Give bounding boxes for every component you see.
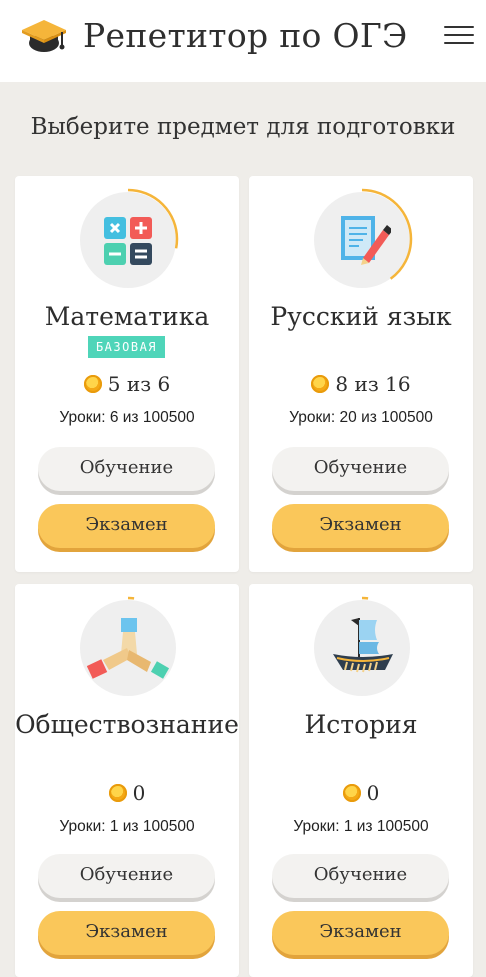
menu-line-icon xyxy=(444,34,474,36)
subject-icon-button[interactable] xyxy=(311,596,413,698)
subject-card-social-studies: Обществознание 0 Уроки: 1 из 100500 Обуч… xyxy=(15,584,239,977)
subject-card-math: Математика БАЗОВАЯ 5 из 6 Уроки: 6 из 10… xyxy=(15,176,239,572)
subject-title[interactable]: Математика xyxy=(15,302,239,331)
score: 8 из 16 xyxy=(249,372,473,396)
subject-card-history: История 0 Уроки: 1 из 100500 Обучение Эк… xyxy=(249,584,473,977)
subject-icon-button[interactable] xyxy=(77,596,179,698)
exam-button[interactable]: Экзамен xyxy=(272,911,449,955)
learn-button[interactable]: Обучение xyxy=(38,447,215,491)
subject-card-russian: Русский язык 8 из 16 Уроки: 20 из 100500… xyxy=(249,176,473,572)
hamburger-menu-button[interactable] xyxy=(444,26,474,46)
coin-icon xyxy=(311,375,330,393)
score-value: 0 xyxy=(132,781,146,805)
subject-icon-button[interactable] xyxy=(77,188,179,290)
menu-line-icon xyxy=(444,42,474,44)
score: 0 xyxy=(249,781,473,805)
graduation-cap-icon[interactable] xyxy=(20,16,68,56)
coin-icon xyxy=(342,784,361,802)
exam-button[interactable]: Экзамен xyxy=(38,504,215,548)
lessons-count: Уроки: 20 из 100500 xyxy=(289,409,433,426)
coin-icon xyxy=(83,375,102,393)
ship-icon xyxy=(333,618,393,673)
lessons-count: Уроки: 1 из 100500 xyxy=(59,818,195,835)
calculator-icon xyxy=(104,217,152,265)
joined-hands-icon xyxy=(87,618,170,679)
score-value: 8 из 16 xyxy=(335,372,411,396)
score-value: 0 xyxy=(366,781,380,805)
subject-title[interactable]: Русский язык xyxy=(249,302,473,331)
level-badge: БАЗОВАЯ xyxy=(88,336,165,358)
subject-title[interactable]: Обществознание xyxy=(15,710,239,739)
score: 5 из 6 xyxy=(15,372,239,396)
menu-line-icon xyxy=(444,26,474,28)
subject-icon-button[interactable] xyxy=(311,188,413,290)
learn-button[interactable]: Обучение xyxy=(272,854,449,898)
top-bar: Репетитор по ОГЭ xyxy=(0,0,486,82)
learn-button[interactable]: Обучение xyxy=(272,447,449,491)
score-value: 5 из 6 xyxy=(107,372,171,396)
exam-button[interactable]: Экзамен xyxy=(38,911,215,955)
score: 0 xyxy=(15,781,239,805)
learn-button[interactable]: Обучение xyxy=(38,854,215,898)
app-title: Репетитор по ОГЭ xyxy=(83,16,408,55)
subject-title[interactable]: История xyxy=(249,710,473,739)
exam-button[interactable]: Экзамен xyxy=(272,504,449,548)
lessons-count: Уроки: 6 из 100500 xyxy=(59,409,195,426)
lessons-count: Уроки: 1 из 100500 xyxy=(293,818,429,835)
notepad-pencil-icon xyxy=(341,216,391,265)
coin-icon xyxy=(108,784,127,802)
page-heading: Выберите предмет для подготовки xyxy=(30,114,456,140)
